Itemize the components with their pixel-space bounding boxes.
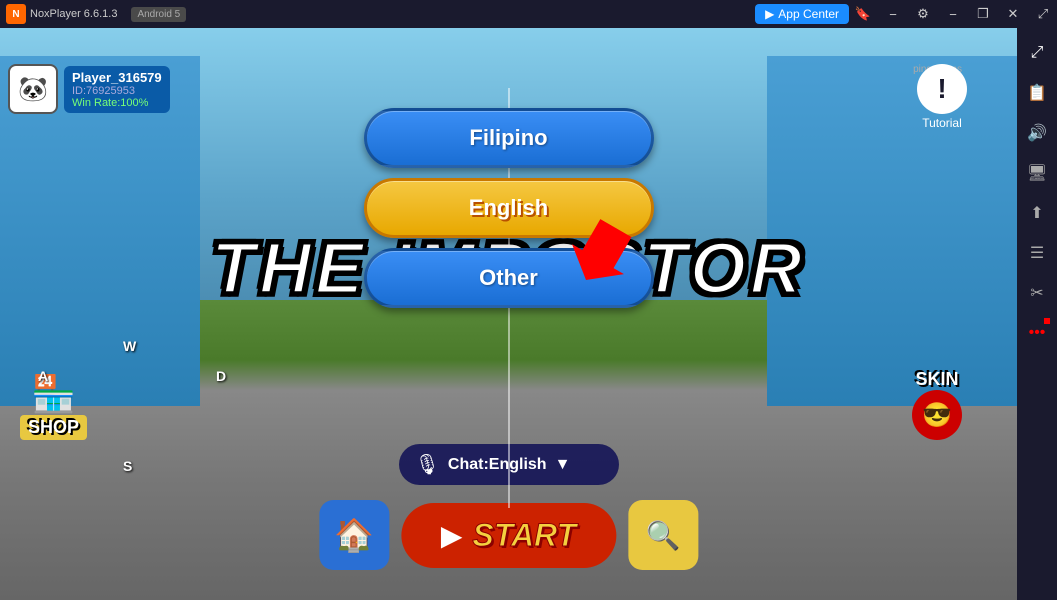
s-key: S — [123, 458, 132, 474]
play-icon: ▶ — [441, 519, 463, 552]
player-name: Player_316579 — [72, 70, 162, 85]
start-label: START — [472, 517, 576, 554]
scissors-icon[interactable]: ✂ — [1020, 276, 1054, 310]
search-icon: 🔍 — [646, 519, 681, 552]
bottom-controls: 🏠 ▶ START 🔍 — [319, 500, 698, 570]
filipino-button[interactable]: Filipino — [364, 108, 654, 168]
minimize-button[interactable]: − — [879, 0, 907, 28]
d-key: D — [216, 368, 226, 384]
play-store-icon: ▶ — [765, 7, 774, 21]
skin-label: SKIN — [912, 369, 962, 390]
more-icon[interactable]: ••• — [1020, 316, 1054, 350]
shop-button[interactable]: 🏪 SHOP — [20, 373, 87, 440]
nox-logo: N NoxPlayer 6.6.1.3 — [0, 4, 123, 24]
display-icon[interactable]: 🖥 — [1020, 156, 1054, 190]
search-button[interactable]: 🔍 — [628, 500, 698, 570]
language-selection: Filipino English Other — [364, 108, 654, 318]
sidebar-right: ⤢ 📋 🔊 🖥 ⬆ ☰ ✂ ••• — [1017, 28, 1057, 600]
expand-sidebar-icon[interactable]: ⤢ — [1020, 36, 1054, 70]
player-info: 🐼 Player_316579 ID:76925953 Win Rate:100… — [8, 64, 170, 114]
mic-icon: 🎙 — [415, 452, 440, 477]
tutorial-button[interactable]: ! Tutorial — [917, 64, 967, 130]
menu-icon[interactable]: ☰ — [1020, 236, 1054, 270]
chat-text: Chat:English — [448, 456, 547, 474]
bookmark-icon[interactable]: 🔖 — [849, 0, 877, 28]
nox-logo-icon: N — [6, 4, 26, 24]
nox-version: NoxPlayer 6.6.1.3 — [30, 8, 117, 20]
shop-label: SHOP — [20, 415, 87, 440]
clipboard-icon[interactable]: 📋 — [1020, 76, 1054, 110]
volume-icon[interactable]: 🔊 — [1020, 116, 1054, 150]
tutorial-label: Tutorial — [917, 116, 967, 130]
skin-avatar: 😎 — [912, 390, 962, 440]
tutorial-icon: ! — [917, 64, 967, 114]
home-button[interactable]: 🏠 — [319, 500, 389, 570]
skin-button[interactable]: SKIN 😎 — [912, 369, 962, 440]
game-area: THE IMPOSTOR ping: 92ms 🐼 Player_316579 … — [0, 28, 1017, 600]
android-badge: Android 5 — [131, 7, 186, 22]
titlebar-controls: 🔖 − ⚙ − ❐ ✕ ⤢ — [849, 0, 1057, 28]
chat-dropdown-icon[interactable]: ▼ — [555, 456, 571, 474]
player-avatar: 🐼 — [8, 64, 58, 114]
settings-icon[interactable]: ⚙ — [909, 0, 937, 28]
chat-bar[interactable]: 🎙 Chat:English ▼ — [399, 444, 619, 485]
home-icon: 🏠 — [334, 516, 374, 554]
minimize-window-button[interactable]: − — [939, 0, 967, 28]
start-button[interactable]: ▶ START — [401, 503, 616, 568]
a-key: A — [38, 368, 48, 384]
player-id: ID:76925953 — [72, 85, 162, 97]
player-winrate: Win Rate:100% — [72, 97, 162, 109]
expand-icon[interactable]: ⤢ — [1029, 0, 1057, 28]
titlebar: N NoxPlayer 6.6.1.3 Android 5 ▶ App Cent… — [0, 0, 1057, 28]
w-key: W — [123, 338, 136, 354]
restore-button[interactable]: ❐ — [969, 0, 997, 28]
upload-icon[interactable]: ⬆ — [1020, 196, 1054, 230]
player-details: Player_316579 ID:76925953 Win Rate:100% — [64, 66, 170, 113]
shop-icon: 🏪 — [20, 373, 87, 415]
app-center-button[interactable]: ▶ App Center — [755, 4, 849, 24]
close-button[interactable]: ✕ — [999, 0, 1027, 28]
app-center-label: App Center — [778, 7, 839, 21]
